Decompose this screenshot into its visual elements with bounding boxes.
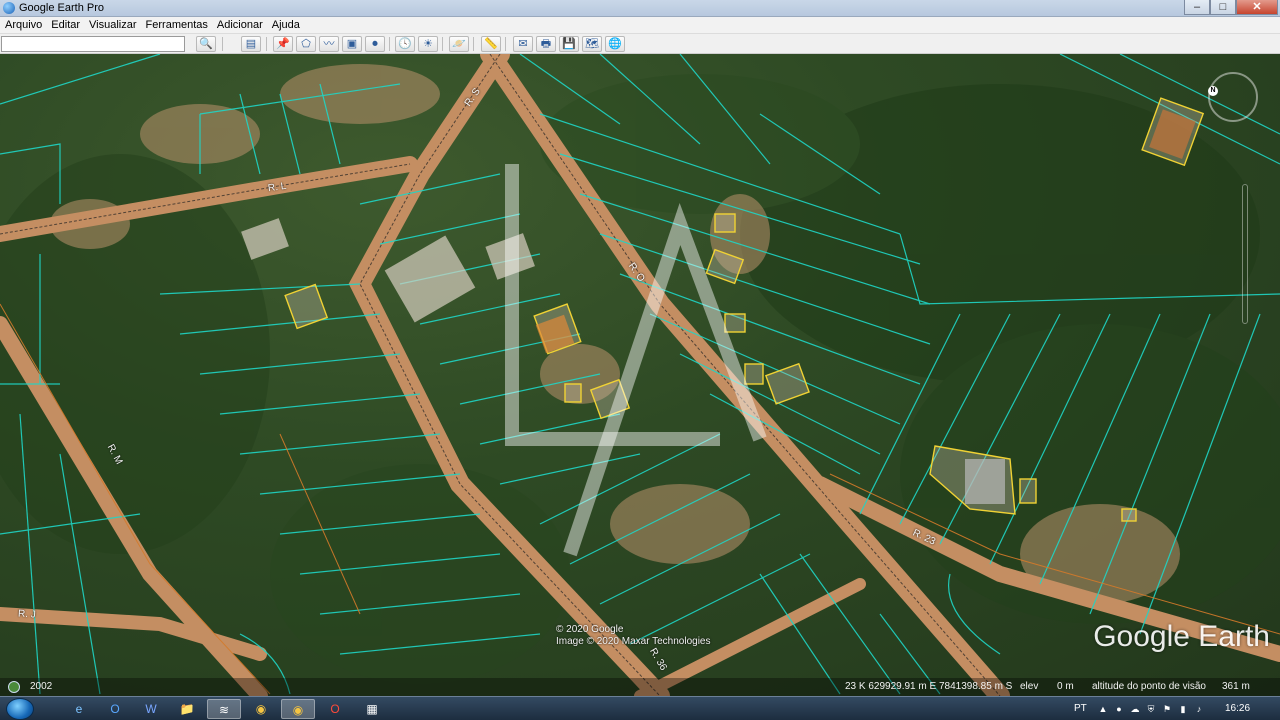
status-bar: 2002 23 K 629929.91 m E 7841398.85 m S e… bbox=[0, 678, 1280, 696]
view-in-maps-icon[interactable]: 🗺 bbox=[582, 36, 602, 52]
save-image-icon[interactable]: 💾 bbox=[559, 36, 579, 52]
tray-cloud-icon[interactable]: ☁ bbox=[1130, 704, 1140, 714]
historical-imagery-icon[interactable]: 🕓 bbox=[395, 36, 415, 52]
zoom-slider[interactable] bbox=[1242, 184, 1248, 324]
ruler-icon[interactable]: 📏 bbox=[481, 36, 501, 52]
search-input[interactable] bbox=[1, 36, 185, 52]
road-label-rj: R. J bbox=[17, 608, 37, 621]
record-tour-icon[interactable]: ⏺ bbox=[365, 36, 385, 52]
menu-editar[interactable]: Editar bbox=[47, 19, 84, 31]
ie-icon[interactable]: e bbox=[62, 699, 96, 719]
show-hidden-icons-icon[interactable]: ▲ bbox=[1098, 704, 1108, 714]
close-button[interactable]: ✕ bbox=[1236, 0, 1278, 15]
calculator-icon[interactable]: ▦ bbox=[355, 699, 389, 719]
toolbar-separator bbox=[473, 37, 474, 51]
chrome-alt-icon[interactable]: ◉ bbox=[281, 699, 315, 719]
google-earth-task-icon[interactable]: ≋ bbox=[207, 699, 241, 719]
maximize-button[interactable]: □ bbox=[1210, 0, 1236, 15]
add-placemark-icon[interactable]: 📌 bbox=[273, 36, 293, 52]
email-icon[interactable]: ✉ bbox=[513, 36, 533, 52]
north-indicator-icon[interactable]: N bbox=[1208, 86, 1218, 96]
word-icon[interactable]: W bbox=[134, 699, 168, 719]
menu-arquivo[interactable]: Arquivo bbox=[1, 19, 46, 31]
elevation-label: elev bbox=[1020, 681, 1039, 692]
taskbar-clock[interactable]: 16:26 bbox=[1225, 703, 1250, 714]
opera-icon[interactable]: O bbox=[318, 699, 352, 719]
historical-imagery-date-icon[interactable] bbox=[8, 681, 20, 693]
network-icon[interactable]: ▮ bbox=[1178, 704, 1188, 714]
windows-taskbar: e O W 📁 ≋ ◉ ◉ O ▦ PT ▲ ● ☁ ⛨ ⚑ ▮ ♪ 16:26 bbox=[0, 696, 1280, 720]
toolbar: 🔍 ▤ 📌 ⬠ 〰 ▣ ⏺ 🕓 ☀ 🪐 📏 ✉ 🖶 💾 🗺 🌐 bbox=[0, 34, 1280, 54]
menu-visualizar[interactable]: Visualizar bbox=[85, 19, 141, 31]
print-icon[interactable]: 🖶 bbox=[536, 36, 556, 52]
search-icon[interactable]: 🔍 bbox=[196, 36, 216, 52]
menu-adicionar[interactable]: Adicionar bbox=[213, 19, 267, 31]
eye-altitude-value: 361 m bbox=[1222, 681, 1250, 692]
chrome-icon[interactable]: ◉ bbox=[244, 699, 278, 719]
menu-bar: Arquivo Editar Visualizar Ferramentas Ad… bbox=[0, 17, 1280, 34]
imagery-year: 2002 bbox=[30, 681, 53, 692]
navigation-compass-ring[interactable] bbox=[1208, 72, 1258, 122]
menu-ferramentas[interactable]: Ferramentas bbox=[142, 19, 212, 31]
add-path-icon[interactable]: 〰 bbox=[319, 36, 339, 52]
toolbar-separator bbox=[222, 37, 223, 51]
google-earth-logo: Google Earth bbox=[1093, 620, 1270, 653]
earth-icon[interactable]: 🌐 bbox=[605, 36, 625, 52]
copyright-imagery: Image © 2020 Maxar Technologies bbox=[556, 636, 711, 647]
toolbar-separator bbox=[505, 37, 506, 51]
tray-shield-icon[interactable]: ⛨ bbox=[1146, 704, 1156, 714]
sunlight-icon[interactable]: ☀ bbox=[418, 36, 438, 52]
toolbar-separator bbox=[389, 37, 390, 51]
menu-ajuda[interactable]: Ajuda bbox=[268, 19, 304, 31]
eye-altitude-label: altitude do ponto de visão bbox=[1092, 681, 1206, 692]
add-polygon-icon[interactable]: ⬠ bbox=[296, 36, 316, 52]
tray-app-icon[interactable]: ● bbox=[1114, 704, 1124, 714]
window-title: Google Earth Pro bbox=[19, 2, 104, 14]
satellite-imagery bbox=[0, 54, 1280, 696]
add-image-overlay-icon[interactable]: ▣ bbox=[342, 36, 362, 52]
copyright-google: © 2020 Google bbox=[556, 624, 624, 635]
cursor-coordinates: 23 K 629929.91 m E 7841398.85 m S bbox=[845, 681, 1013, 692]
start-button[interactable] bbox=[6, 698, 34, 720]
window-controls: – □ ✕ bbox=[1184, 0, 1278, 16]
minimize-button[interactable]: – bbox=[1184, 0, 1210, 15]
google-earth-window: Google Earth Pro – □ ✕ Arquivo Editar Vi… bbox=[0, 0, 1280, 720]
map-view[interactable]: R. S R. L R. O R. M R. 23 R. J R. 36 N ©… bbox=[0, 54, 1280, 696]
toolbar-separator bbox=[266, 37, 267, 51]
title-bar: Google Earth Pro – □ ✕ bbox=[0, 0, 1280, 17]
volume-icon[interactable]: ♪ bbox=[1194, 704, 1204, 714]
language-indicator[interactable]: PT bbox=[1074, 703, 1087, 714]
elevation-value: 0 m bbox=[1057, 681, 1074, 692]
planets-icon[interactable]: 🪐 bbox=[449, 36, 469, 52]
sidebar-toggle-icon[interactable]: ▤ bbox=[241, 36, 261, 52]
tray-flag-icon[interactable]: ⚑ bbox=[1162, 704, 1172, 714]
outlook-icon[interactable]: O bbox=[98, 699, 132, 719]
explorer-icon[interactable]: 📁 bbox=[170, 699, 204, 719]
toolbar-separator bbox=[442, 37, 443, 51]
google-earth-app-icon bbox=[3, 2, 15, 14]
